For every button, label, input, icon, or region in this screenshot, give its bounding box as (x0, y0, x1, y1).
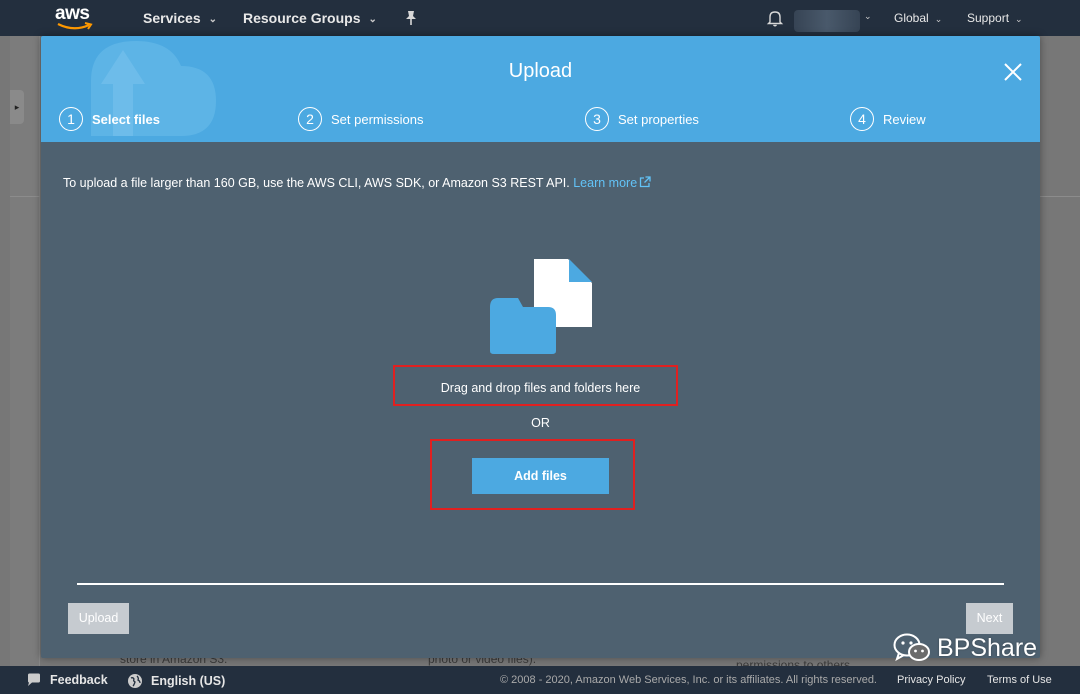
watermark-text: BPShare (937, 633, 1038, 662)
add-files-button[interactable]: Add files (472, 458, 609, 494)
globe-icon (128, 674, 142, 688)
file-folder-icon (490, 259, 592, 354)
terms-of-use-link[interactable]: Terms of Use (987, 674, 1052, 686)
chevron-down-icon: ⌄ (1015, 14, 1023, 24)
aws-logo-text: aws (55, 3, 90, 24)
aws-logo[interactable]: aws (55, 4, 95, 32)
or-separator: OR (531, 416, 550, 430)
services-label: Services (143, 10, 201, 26)
feedback-label: Feedback (50, 673, 108, 687)
modal-title: Upload (508, 60, 573, 82)
feedback-link[interactable]: Feedback (26, 673, 108, 687)
support-menu[interactable]: Support ⌄ (967, 11, 1023, 25)
drop-zone-text[interactable]: Drag and drop files and folders here (41, 381, 1040, 395)
upload-button[interactable]: Upload (68, 603, 129, 634)
step-number: 1 (59, 107, 83, 131)
region-label: Global (894, 11, 929, 25)
close-icon[interactable] (1001, 60, 1025, 84)
pin-icon[interactable] (404, 10, 418, 26)
step-number: 4 (850, 107, 874, 131)
next-button[interactable]: Next (966, 603, 1013, 634)
top-nav: aws Services ⌄ Resource Groups ⌄ ⌄ Global ⌄… (0, 0, 1080, 36)
background-sidebar (10, 36, 40, 666)
background-divider (10, 196, 40, 197)
page-footer: Feedback English (US) © 2008 - 2020, Ama… (0, 666, 1080, 694)
step-number: 3 (585, 107, 609, 131)
wechat-icon (893, 633, 930, 662)
modal-header: Upload 1 Select files 2 Set permissions … (41, 36, 1040, 142)
resource-groups-label: Resource Groups (243, 10, 361, 26)
language-selector[interactable]: English (US) (127, 673, 225, 689)
region-menu[interactable]: Global ⌄ (894, 11, 942, 25)
step-set-permissions[interactable]: 2 Set permissions (298, 106, 423, 132)
support-label: Support (967, 11, 1010, 25)
language-label: English (US) (151, 674, 226, 688)
bell-icon[interactable] (766, 9, 784, 27)
chevron-down-icon: ⌄ (934, 14, 943, 24)
footer-divider (77, 583, 1004, 585)
step-label: Review (883, 111, 926, 127)
copyright-text: © 2008 - 2020, Amazon Web Services, Inc.… (500, 674, 877, 686)
privacy-policy-link[interactable]: Privacy Policy (897, 674, 965, 686)
step-label: Select files (92, 111, 160, 127)
services-menu[interactable]: Services ⌄ (143, 10, 217, 26)
upload-size-info: To upload a file larger than 160 GB, use… (63, 176, 651, 190)
aws-smile-icon (57, 22, 93, 30)
step-review[interactable]: 4 Review (850, 106, 926, 132)
step-number: 2 (298, 107, 322, 131)
chevron-down-icon: ⌄ (208, 14, 217, 25)
background-divider (1040, 196, 1080, 197)
step-select-files[interactable]: 1 Select files (59, 106, 160, 132)
chevron-down-icon: ⌄ (864, 11, 872, 21)
step-set-properties[interactable]: 3 Set properties (585, 106, 699, 132)
resource-groups-menu[interactable]: Resource Groups ⌄ (243, 10, 377, 26)
chevron-down-icon: ⌄ (368, 14, 377, 25)
external-link-icon (640, 176, 651, 188)
speech-bubble-icon (28, 673, 40, 686)
watermark: BPShare (893, 632, 1037, 664)
account-menu[interactable] (794, 10, 860, 32)
step-label: Set properties (618, 111, 699, 127)
info-text: To upload a file larger than 160 GB, use… (63, 176, 570, 190)
learn-more-link[interactable]: Learn more (573, 176, 651, 190)
step-label: Set permissions (331, 111, 424, 127)
learn-more-label: Learn more (573, 176, 638, 190)
sidebar-toggle-icon[interactable]: ▸ (10, 90, 24, 124)
upload-modal: Upload 1 Select files 2 Set permissions … (41, 36, 1040, 658)
